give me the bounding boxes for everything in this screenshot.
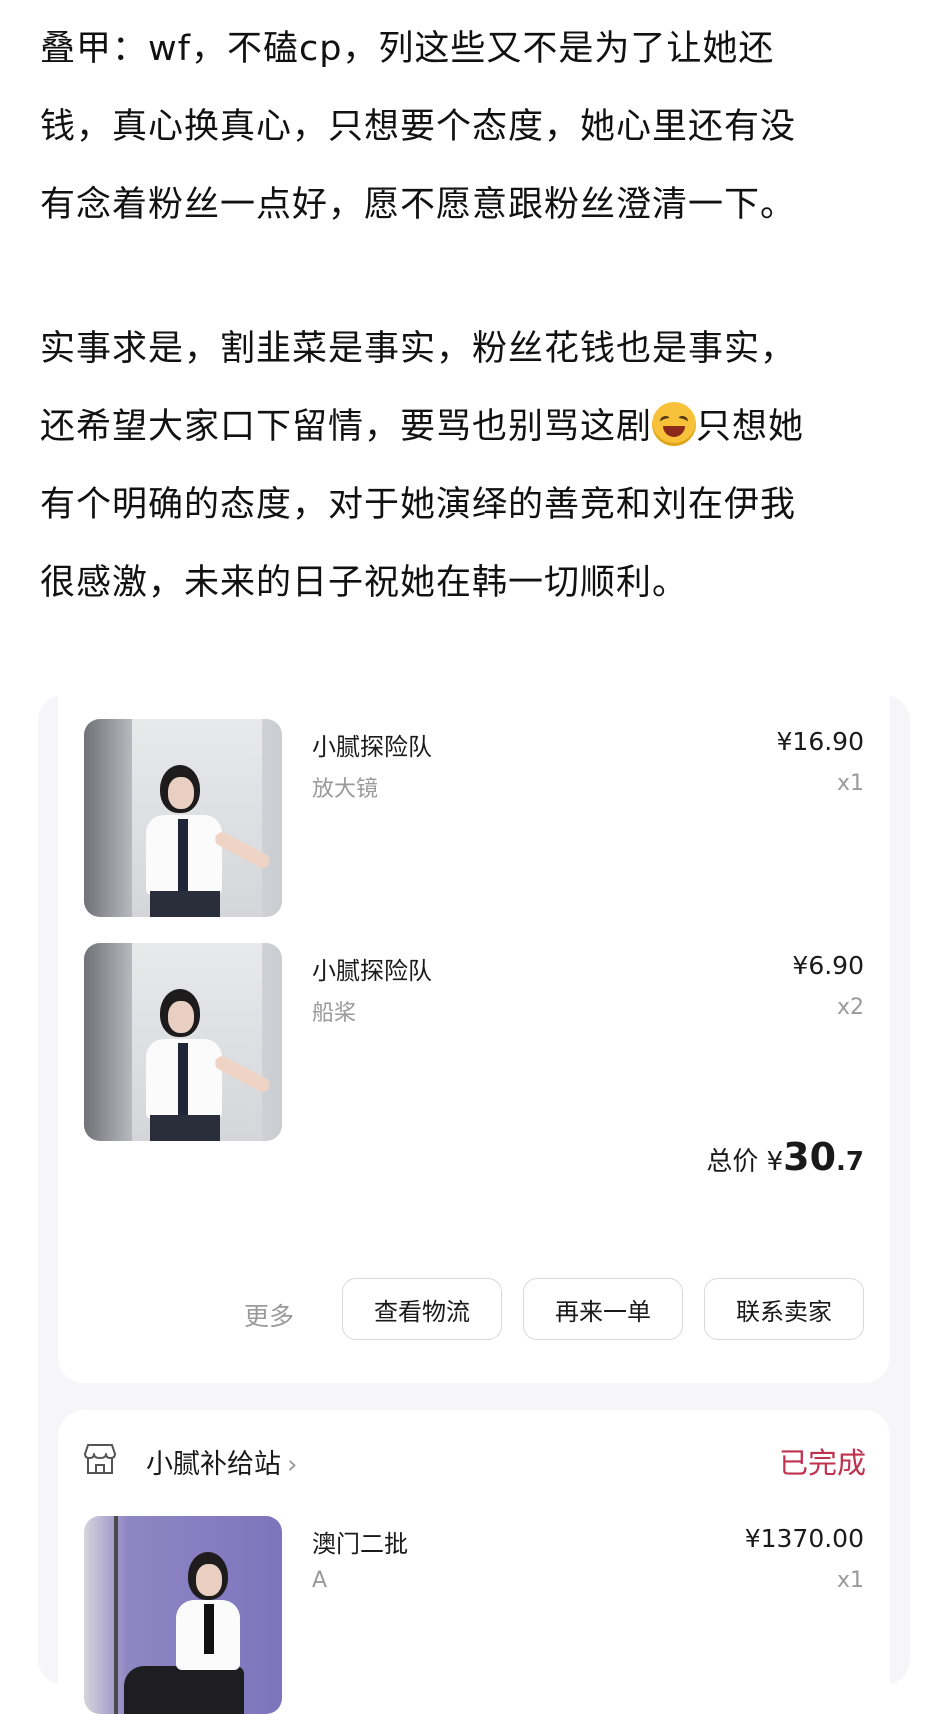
contact-seller-button[interactable]: 联系卖家	[704, 1278, 864, 1340]
post-line-part: 还希望大家口下留情，要骂也别骂这剧	[40, 407, 653, 447]
post-text: 叠甲：wf，不磕cp，列这些又不是为了让她还 钱，真心换真心，只想要个态度，她心…	[40, 10, 920, 622]
post-line: 有念着粉丝一点好，愿不愿意跟粉丝澄清一下。	[40, 185, 797, 225]
item-price: ¥16.90	[776, 727, 864, 756]
total-label: 总价	[706, 1147, 759, 1177]
post-line: 很感激，未来的日子祝她在韩一切顺利。	[40, 563, 689, 603]
post-line: 叠甲：wf，不磕cp，列这些又不是为了让她还	[40, 29, 775, 69]
item-title: 小腻探险队	[312, 733, 432, 761]
store-name[interactable]: 小腻补给站 ›	[146, 1442, 297, 1481]
store-header[interactable]: 小腻补给站 › 已完成	[82, 1440, 866, 1480]
product-thumbnail[interactable]	[84, 1516, 282, 1714]
item-title: 澳门二批	[312, 1530, 408, 1558]
item-quantity: x2	[836, 995, 864, 1020]
item-quantity: x1	[836, 1568, 864, 1593]
total-decimal: .7	[836, 1147, 864, 1177]
order-card[interactable]: 小腻探险队 放大镜 ¥16.90 x1 小腻探险队 船桨 ¥6.90 x2 总价…	[58, 695, 890, 1383]
total-currency: ¥	[766, 1147, 784, 1177]
order-item[interactable]: 澳门二批 A ¥1370.00 x1	[84, 1516, 864, 1714]
product-thumbnail[interactable]	[84, 719, 282, 917]
product-thumbnail[interactable]	[84, 943, 282, 1141]
more-link[interactable]: 更多	[244, 1297, 294, 1333]
order-total: 总价 ¥30.7	[706, 1135, 864, 1179]
post-line: 实事求是，割韭菜是事实，粉丝花钱也是事实，	[40, 329, 797, 369]
item-price: ¥1370.00	[744, 1524, 864, 1553]
item-spec: 船桨	[312, 1001, 357, 1026]
storefront-icon	[82, 1442, 118, 1476]
order-card[interactable]: 小腻补给站 › 已完成 澳门二批 A ¥1370.00 x1	[58, 1410, 890, 1714]
total-integer: 30	[783, 1135, 837, 1179]
rolling-laughing-emoji-icon	[652, 402, 697, 446]
item-spec: A	[312, 1568, 328, 1593]
item-spec: 放大镜	[312, 777, 379, 802]
item-quantity: x1	[836, 771, 864, 796]
post-line-part: 只想她	[696, 407, 805, 447]
order-item[interactable]: 小腻探险队 放大镜 ¥16.90 x1	[84, 719, 864, 917]
post-line: 钱，真心换真心，只想要个态度，她心里还有没	[40, 107, 797, 147]
order-item[interactable]: 小腻探险队 船桨 ¥6.90 x2	[84, 943, 864, 1141]
view-logistics-button[interactable]: 查看物流	[342, 1278, 502, 1340]
reorder-button[interactable]: 再来一单	[523, 1278, 683, 1340]
item-title: 小腻探险队	[312, 957, 432, 985]
post-line: 还希望大家口下留情，要骂也别骂这剧 只想她	[40, 388, 920, 466]
post-line: 有个明确的态度，对于她演绎的善竞和刘在伊我	[40, 485, 797, 525]
item-price: ¥6.90	[792, 951, 864, 980]
order-status: 已完成	[778, 1446, 866, 1480]
chevron-right-icon: ›	[287, 1450, 298, 1480]
store-name-text: 小腻补给站	[146, 1449, 281, 1480]
